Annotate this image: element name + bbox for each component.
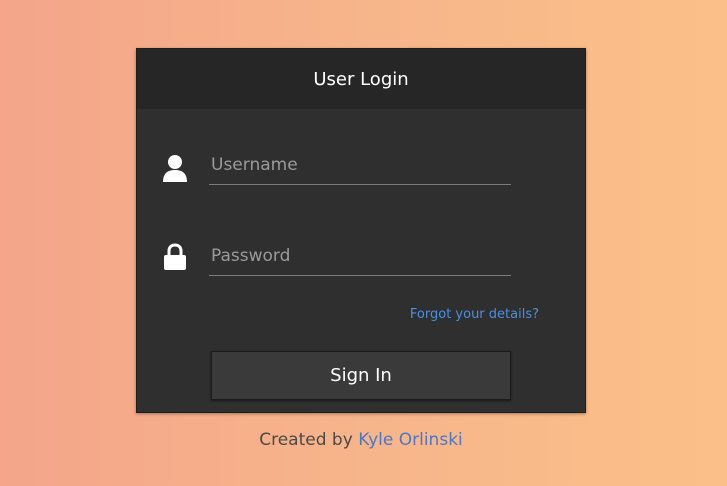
username-input[interactable] (209, 146, 511, 184)
password-field-wrap (209, 237, 511, 276)
user-icon (162, 153, 188, 183)
forgot-details-link[interactable]: Forgot your details? (410, 307, 539, 322)
card-header: User Login (137, 49, 585, 109)
author-link[interactable]: Kyle Orlinski (358, 430, 463, 450)
login-title: User Login (313, 68, 409, 90)
credit-prefix: Created by (259, 430, 353, 450)
password-input[interactable] (209, 237, 511, 275)
sign-in-button[interactable]: Sign In (211, 351, 511, 400)
login-card: User Login Forgot your details? Sign In (136, 48, 586, 413)
lock-icon (162, 242, 188, 272)
footer-credit: Created by Kyle Orlinski (0, 430, 722, 450)
username-field-wrap (209, 146, 511, 185)
